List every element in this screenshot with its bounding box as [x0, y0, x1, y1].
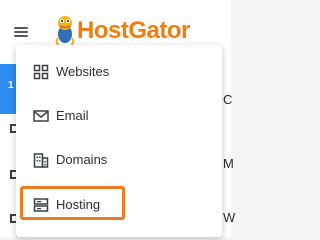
navigation-dropdown-menu: Websites Email Domains Hosting — [16, 45, 222, 237]
menu-item-websites[interactable]: Websites — [16, 52, 222, 92]
brand-name: HostGator — [77, 17, 190, 44]
menu-item-label: Domains — [56, 152, 108, 167]
sidebar-active-badge: 1 — [8, 80, 14, 91]
right-content-panel: C M W — [222, 52, 235, 237]
grid-icon — [33, 64, 49, 80]
hostgator-logo[interactable]: HostGator — [53, 14, 203, 46]
menu-item-domains[interactable]: Domains — [16, 140, 222, 180]
menu-item-label: Email — [56, 108, 89, 123]
content-fragment: C — [223, 92, 233, 107]
sidebar: 1 — [0, 52, 18, 237]
envelope-icon — [33, 110, 49, 122]
hamburger-menu-icon[interactable] — [14, 27, 28, 37]
hosting-highlight-box — [20, 186, 125, 220]
content-fragment: W — [223, 210, 236, 225]
gator-mascot-icon — [55, 16, 75, 46]
menu-item-email[interactable]: Email — [16, 96, 222, 136]
building-icon — [33, 153, 49, 168]
menu-item-label: Websites — [56, 64, 110, 79]
content-fragment: M — [223, 156, 234, 171]
